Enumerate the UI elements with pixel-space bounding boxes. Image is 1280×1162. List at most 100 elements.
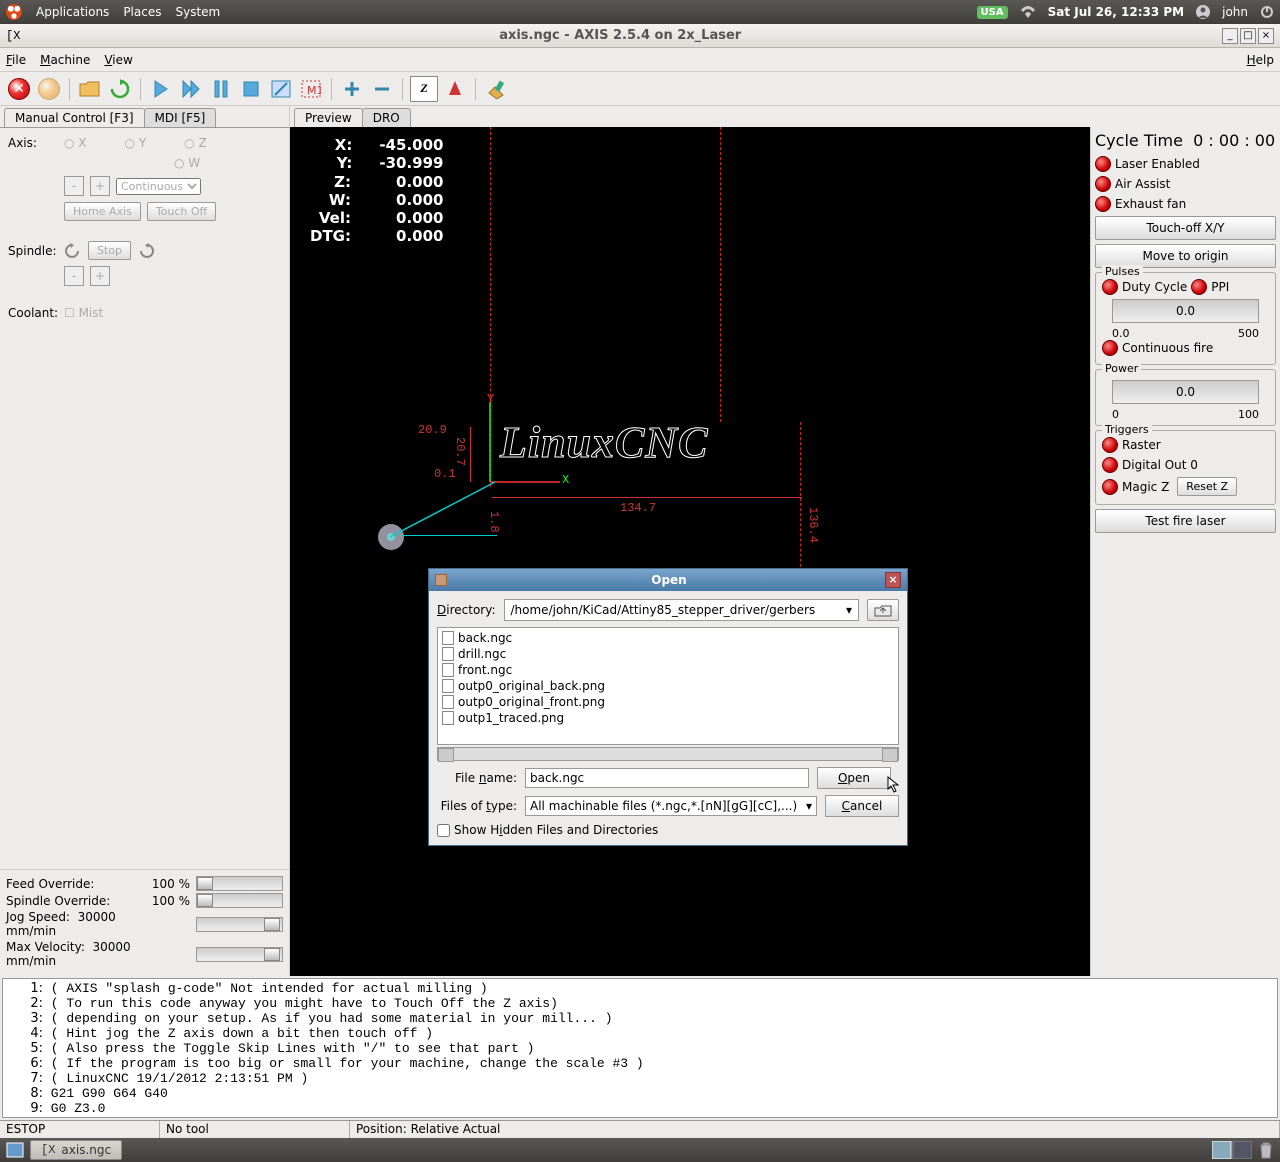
dim-width: 134.7	[620, 501, 656, 515]
feed-override-slider[interactable]	[196, 876, 283, 891]
touch-off-button[interactable]: Touch Off	[147, 202, 216, 221]
spindle-cw-icon[interactable]	[137, 243, 155, 259]
menu-places[interactable]: Places	[123, 5, 161, 19]
reload-icon[interactable]	[107, 76, 133, 102]
preview-canvas[interactable]: X: -45.000 Y: -30.999 Z: 0.000 W: 0.000 …	[290, 127, 1090, 976]
power-icon[interactable]	[1260, 5, 1274, 19]
file-list[interactable]: back.ngcdrill.ngcfront.ngcoutp0_original…	[437, 627, 899, 745]
axis-w-radio[interactable]: ○ W	[174, 156, 200, 170]
tab-preview[interactable]: Preview	[294, 108, 363, 127]
dialog-titlebar[interactable]: Open ×	[429, 569, 907, 591]
gcode-listing[interactable]: 1: ( AXIS "splash g-code" Not intended f…	[2, 978, 1278, 1118]
file-item[interactable]: outp0_original_back.png	[440, 678, 896, 694]
keyboard-indicator[interactable]: USA	[977, 6, 1008, 19]
feed-override-label: Feed Override:	[6, 877, 136, 891]
menu-help[interactable]: Help	[1247, 53, 1274, 67]
home-axis-button[interactable]: Home Axis	[64, 202, 141, 221]
power-legend: Power	[1102, 362, 1141, 375]
optional-stop-icon[interactable]: M1	[298, 76, 324, 102]
spindle-ccw-icon[interactable]	[64, 243, 82, 259]
svg-text:M1: M1	[307, 84, 321, 97]
power-button[interactable]	[36, 76, 62, 102]
zoom-in-icon[interactable]	[339, 76, 365, 102]
power-value[interactable]: 0.0	[1112, 380, 1259, 404]
menu-machine[interactable]: Machine	[40, 53, 90, 67]
open-button[interactable]: Open	[817, 767, 891, 789]
jog-speed-slider[interactable]	[196, 917, 283, 932]
up-directory-icon[interactable]	[867, 599, 899, 621]
minimize-button[interactable]: _	[1222, 28, 1238, 44]
file-list-scrollbar[interactable]	[437, 747, 899, 761]
open-icon[interactable]	[77, 76, 103, 102]
directory-combo[interactable]: /home/john/KiCad/Attiny85_stepper_driver…	[504, 599, 860, 621]
touch-off-xy-button[interactable]: Touch-off X/Y	[1095, 216, 1276, 240]
cycle-time-label: Cycle Time	[1095, 131, 1183, 150]
ubuntu-logo-icon[interactable]	[6, 4, 22, 20]
max-velocity-slider[interactable]	[196, 947, 283, 962]
continuous-fire-label: Continuous fire	[1122, 341, 1213, 355]
status-position: Position: Relative Actual	[350, 1121, 1280, 1138]
app-icon: [X	[6, 29, 20, 43]
axis-z-radio[interactable]: ○ Z	[184, 136, 207, 150]
file-item[interactable]: drill.ngc	[440, 646, 896, 662]
menu-system[interactable]: System	[175, 5, 220, 19]
z-view-icon[interactable]: Z	[410, 76, 438, 102]
tab-manual-control[interactable]: Manual Control [F3]	[4, 108, 145, 127]
dim-mid: 1.8	[487, 511, 501, 533]
rotate-view-icon[interactable]	[442, 76, 468, 102]
trash-icon[interactable]	[1258, 1141, 1274, 1159]
file-item[interactable]: front.ngc	[440, 662, 896, 678]
spindle-stop-button[interactable]: Stop	[88, 241, 131, 260]
tab-mdi[interactable]: MDI [F5]	[144, 108, 217, 127]
dialog-close-button[interactable]: ×	[885, 572, 901, 588]
show-hidden-checkbox[interactable]	[437, 824, 450, 837]
play-icon[interactable]	[148, 76, 174, 102]
jog-minus-button[interactable]: -	[64, 176, 84, 196]
show-desktop-icon[interactable]	[6, 1142, 24, 1158]
taskbar-item-axis[interactable]: [Xaxis.ngc	[30, 1140, 122, 1160]
status-estop: ESTOP	[0, 1121, 160, 1138]
file-item[interactable]: outp0_original_front.png	[440, 694, 896, 710]
reset-z-button[interactable]: Reset Z	[1177, 477, 1237, 496]
filetype-combo[interactable]: All machinable files (*.ngc,*.[nN][gG][c…	[525, 796, 817, 816]
stop-icon[interactable]	[238, 76, 264, 102]
close-button[interactable]: ×	[1258, 28, 1274, 44]
wifi-icon[interactable]	[1020, 5, 1036, 19]
clock[interactable]: Sat Jul 26, 12:33 PM	[1048, 5, 1185, 19]
file-item[interactable]: back.ngc	[440, 630, 896, 646]
pulses-value[interactable]: 0.0	[1112, 299, 1259, 323]
zoom-out-icon[interactable]	[369, 76, 395, 102]
clear-plot-icon[interactable]	[483, 76, 509, 102]
axis-y-radio[interactable]: ○ Y	[125, 136, 147, 150]
test-fire-laser-button[interactable]: Test fire laser	[1095, 509, 1276, 533]
ppi-label: PPI	[1211, 280, 1229, 294]
axis-label: Axis:	[8, 136, 58, 150]
cancel-button[interactable]: Cancel	[825, 795, 899, 817]
file-item[interactable]: outp1_traced.png	[440, 710, 896, 726]
menu-applications[interactable]: Applications	[36, 5, 109, 19]
username[interactable]: john	[1222, 5, 1248, 19]
maximize-button[interactable]: □	[1240, 28, 1256, 44]
gnome-top-panel: Applications Places System USA Sat Jul 2…	[0, 0, 1280, 24]
user-icon[interactable]	[1196, 5, 1210, 19]
jog-plus-button[interactable]: +	[90, 176, 110, 196]
magicz-led	[1102, 479, 1118, 495]
pause-icon[interactable]	[208, 76, 234, 102]
estop-button[interactable]: ✕	[6, 76, 32, 102]
spindle-minus-button[interactable]: -	[64, 266, 84, 286]
ppi-led	[1191, 279, 1207, 295]
jog-mode-select[interactable]: Continuous	[116, 178, 201, 195]
tab-dro[interactable]: DRO	[362, 108, 411, 127]
skip-icon[interactable]	[268, 76, 294, 102]
menu-view[interactable]: View	[104, 53, 132, 67]
menu-file[interactable]: File	[6, 53, 26, 67]
workspace-switcher[interactable]	[1212, 1141, 1252, 1159]
mist-checkbox[interactable]: ☐ Mist	[64, 306, 103, 320]
filename-input[interactable]	[525, 768, 809, 788]
axis-x-radio[interactable]: ○ X	[64, 136, 87, 150]
y-axis-label: Y	[487, 392, 494, 406]
window-title-text: axis.ngc - AXIS 2.5.4 on 2x_Laser	[20, 28, 1220, 43]
step-icon[interactable]	[178, 76, 204, 102]
spindle-plus-button[interactable]: +	[90, 266, 110, 286]
spindle-override-slider[interactable]	[196, 893, 283, 908]
